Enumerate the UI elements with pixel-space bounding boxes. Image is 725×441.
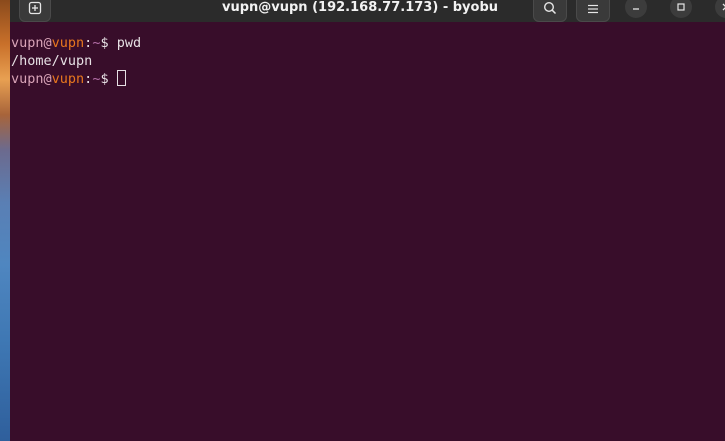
hamburger-menu-button[interactable] bbox=[576, 0, 610, 22]
screen: vupn@vupn (192.168.77.173) - byobu vupn@… bbox=[0, 0, 725, 441]
prompt-host: vupn bbox=[51, 35, 85, 51]
prompt-host: vupn bbox=[51, 71, 85, 87]
window-title: vupn@vupn (192.168.77.173) - byobu bbox=[221, 0, 499, 15]
terminal-line: vupn@vupn:~$ bbox=[11, 70, 126, 88]
command-text: pwd bbox=[116, 35, 142, 51]
search-button[interactable] bbox=[533, 0, 567, 22]
close-icon bbox=[722, 3, 725, 11]
maximize-icon bbox=[677, 3, 685, 11]
window-titlebar[interactable]: vupn@vupn (192.168.77.173) - byobu bbox=[10, 0, 725, 22]
new-tab-icon bbox=[28, 1, 42, 15]
prompt-at: @ bbox=[43, 71, 52, 87]
new-tab-button[interactable] bbox=[19, 0, 51, 22]
prompt-dollar: $ bbox=[100, 35, 117, 51]
command-output: /home/vupn bbox=[11, 53, 93, 69]
maximize-button[interactable] bbox=[670, 0, 692, 18]
close-button[interactable] bbox=[715, 0, 725, 18]
hamburger-menu-icon bbox=[588, 4, 598, 14]
prompt-dollar: $ bbox=[100, 71, 117, 87]
text-cursor bbox=[116, 70, 126, 86]
terminal-output-area[interactable]: vupn@vupn:~$ pwd /home/vupn vupn@vupn:~$ bbox=[10, 22, 725, 441]
desktop-wallpaper bbox=[0, 0, 10, 441]
prompt-user: vupn bbox=[11, 71, 44, 87]
minimize-icon bbox=[633, 8, 639, 10]
prompt-at: @ bbox=[43, 35, 52, 51]
terminal-line: vupn@vupn:~$ pwd bbox=[11, 34, 141, 52]
prompt-user: vupn bbox=[11, 35, 44, 51]
minimize-button[interactable] bbox=[625, 0, 647, 18]
search-icon bbox=[543, 1, 557, 15]
